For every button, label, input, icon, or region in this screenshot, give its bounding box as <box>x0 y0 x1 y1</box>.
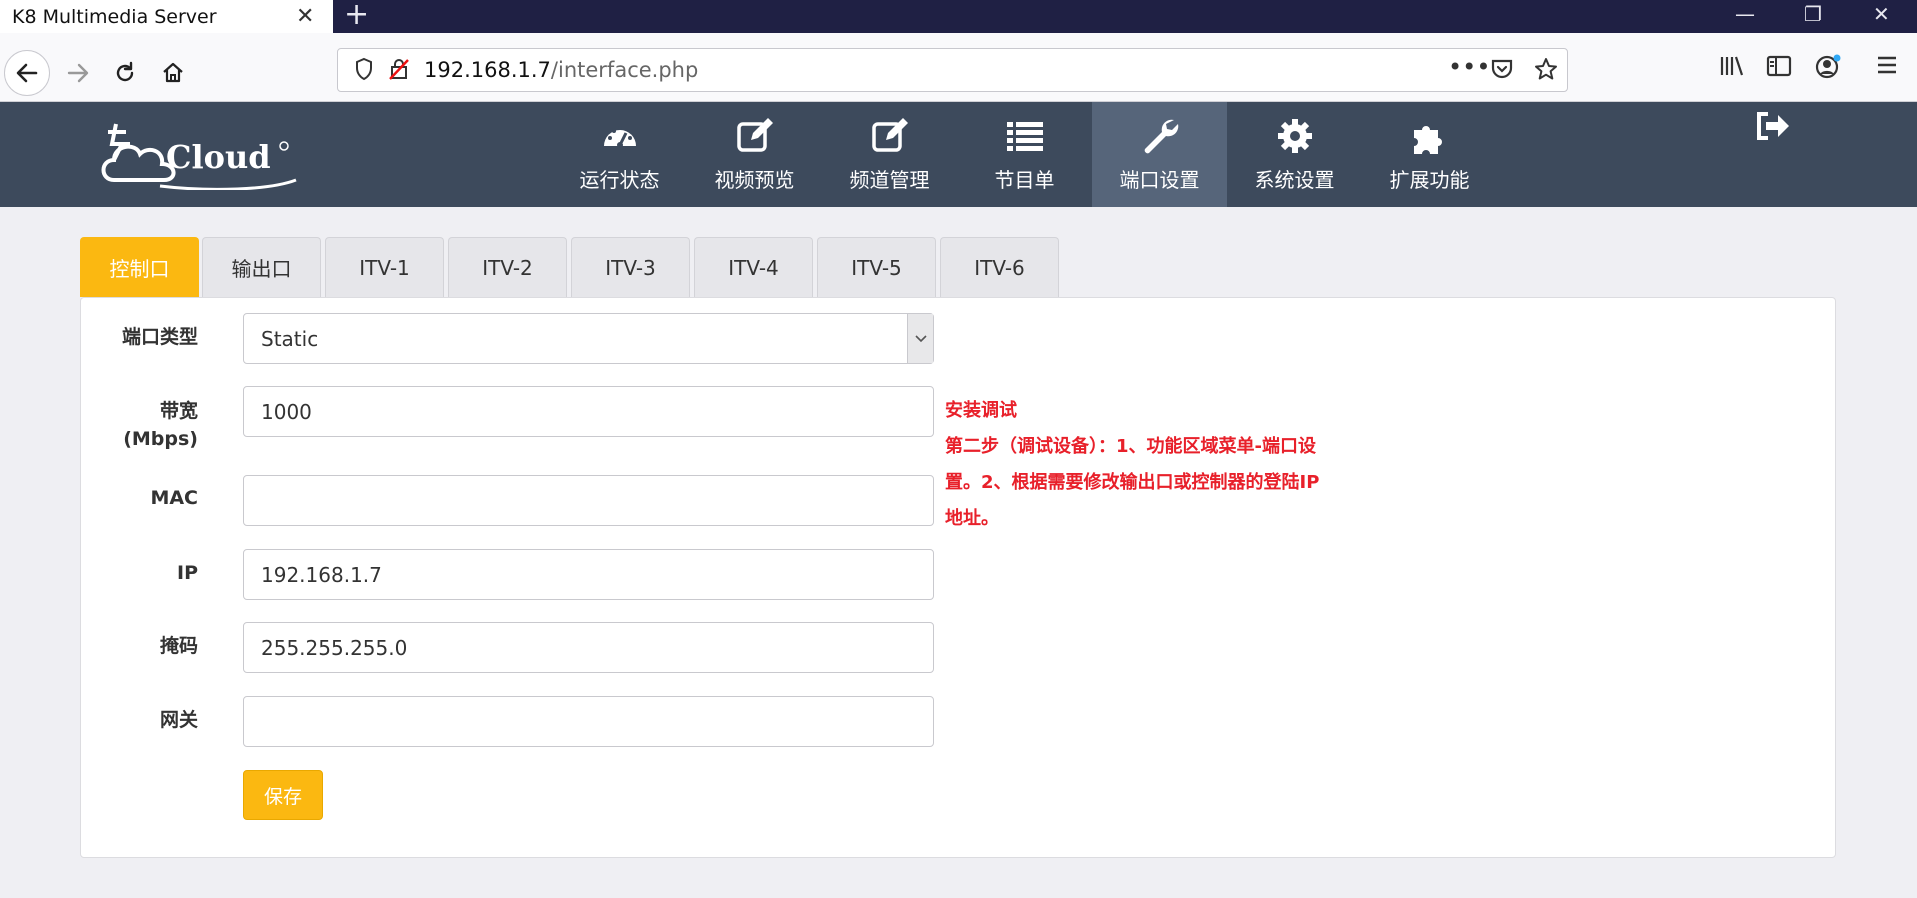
account-icon[interactable] <box>1814 54 1842 86</box>
subtab-output-port[interactable]: 输出口 <box>202 237 321 297</box>
subtab-itv-4[interactable]: ITV-4 <box>694 237 813 297</box>
bandwidth-label-line2: (Mbps) <box>123 428 198 450</box>
home-icon[interactable] <box>150 50 196 96</box>
menu-item-port-settings[interactable]: 端口设置 <box>1092 102 1227 207</box>
new-tab-icon[interactable]: + <box>344 0 369 30</box>
sidebar-icon[interactable] <box>1766 54 1792 84</box>
mask-input[interactable]: 255.255.255.0 <box>243 622 934 673</box>
ip-label: IP <box>177 562 198 584</box>
url-path: /interface.php <box>550 58 699 82</box>
pocket-icon[interactable] <box>1490 57 1514 87</box>
menu-label: 扩展功能 <box>1389 168 1470 192</box>
menu-item-system-settings[interactable]: 系统设置 <box>1227 102 1362 207</box>
logout-icon[interactable] <box>1754 110 1790 142</box>
browser-tab[interactable]: K8 Multimedia Server ✕ <box>0 0 333 33</box>
edit-icon <box>871 118 908 152</box>
note-line: 置。2、根据需要修改输出口或控制器的登陆IP <box>945 472 1320 493</box>
gateway-input[interactable] <box>243 696 934 747</box>
browser-tab-title: K8 Multimedia Server <box>12 6 217 28</box>
port-type-value: Static <box>261 326 319 351</box>
note-line: 地址。 <box>945 508 999 529</box>
menu-item-extensions[interactable]: 扩展功能 <box>1362 102 1497 207</box>
menu-item-channel-manage[interactable]: 频道管理 <box>822 102 957 207</box>
menu-label: 频道管理 <box>849 168 930 192</box>
bandwidth-label: 带宽 (Mbps) <box>78 397 198 453</box>
logo-text: Cloud <box>166 138 271 176</box>
forward-icon[interactable] <box>55 50 101 96</box>
subtab-control-port[interactable]: 控制口 <box>80 237 199 297</box>
menu-label: 运行状态 <box>579 168 660 192</box>
url-text[interactable]: 192.168.1.7/interface.php <box>424 58 698 82</box>
port-type-label: 端口类型 <box>121 326 198 348</box>
shield-icon[interactable] <box>354 57 374 87</box>
hamburger-menu-icon[interactable] <box>1876 54 1898 82</box>
url-bar[interactable]: 192.168.1.7/interface.php ••• <box>337 48 1568 92</box>
save-button[interactable]: 保存 <box>243 770 323 820</box>
mask-label: 掩码 <box>159 635 198 657</box>
menu-label: 端口设置 <box>1119 168 1200 192</box>
menu-item-status[interactable]: 运行状态 <box>552 102 687 207</box>
reload-icon[interactable] <box>102 50 148 96</box>
url-host: 192.168.1.7 <box>424 58 551 82</box>
list-icon <box>1006 122 1043 151</box>
menu-label: 视频预览 <box>714 168 795 192</box>
browser-tab-strip: K8 Multimedia Server ✕ + — ❐ ✕ <box>0 0 1917 33</box>
minimize-icon[interactable]: — <box>1735 2 1755 26</box>
logo[interactable]: Cloud <box>100 120 300 191</box>
note-line: 安装调试 <box>945 400 1017 421</box>
subtab-itv-5[interactable]: ITV-5 <box>817 237 936 297</box>
chevron-down-icon[interactable] <box>907 314 933 363</box>
note-line: 第二步（调试设备）：1、功能区域菜单-端口设 <box>945 436 1316 457</box>
bandwidth-label-line1: 带宽 <box>159 400 198 422</box>
library-icon[interactable] <box>1719 54 1745 84</box>
menu-item-program-list[interactable]: 节目单 <box>957 102 1092 207</box>
mac-label: MAC <box>150 487 198 509</box>
back-icon[interactable] <box>4 50 50 96</box>
insecure-lock-icon[interactable] <box>388 57 410 87</box>
more-actions-icon[interactable]: ••• <box>1448 53 1490 81</box>
mac-input[interactable] <box>243 475 934 526</box>
subtab-itv-3[interactable]: ITV-3 <box>571 237 690 297</box>
subtab-itv-2[interactable]: ITV-2 <box>448 237 567 297</box>
edit-icon <box>736 118 773 152</box>
install-note: 安装调试 第二步（调试设备）：1、功能区域菜单-端口设 置。2、根据需要修改输出… <box>945 393 1385 537</box>
subtab-itv-6[interactable]: ITV-6 <box>940 237 1059 297</box>
bookmark-star-icon[interactable] <box>1534 57 1558 87</box>
restore-icon[interactable]: ❐ <box>1804 2 1822 26</box>
ip-input[interactable]: 192.168.1.7 <box>243 549 934 600</box>
bandwidth-input[interactable]: 1000 <box>243 386 934 437</box>
subtab-itv-1[interactable]: ITV-1 <box>325 237 444 297</box>
menu-label: 系统设置 <box>1254 168 1335 192</box>
gateway-label: 网关 <box>159 709 198 731</box>
wrench-icon <box>1144 119 1178 154</box>
dashboard-icon <box>603 126 636 148</box>
menu-item-video-preview[interactable]: 视频预览 <box>687 102 822 207</box>
close-tab-icon[interactable]: ✕ <box>296 4 314 29</box>
window-close-icon[interactable]: ✕ <box>1873 2 1890 26</box>
gear-icon <box>1277 119 1312 153</box>
puzzle-icon <box>1413 126 1442 154</box>
menu-label: 节目单 <box>994 168 1055 192</box>
port-type-select[interactable]: Static <box>243 313 934 364</box>
